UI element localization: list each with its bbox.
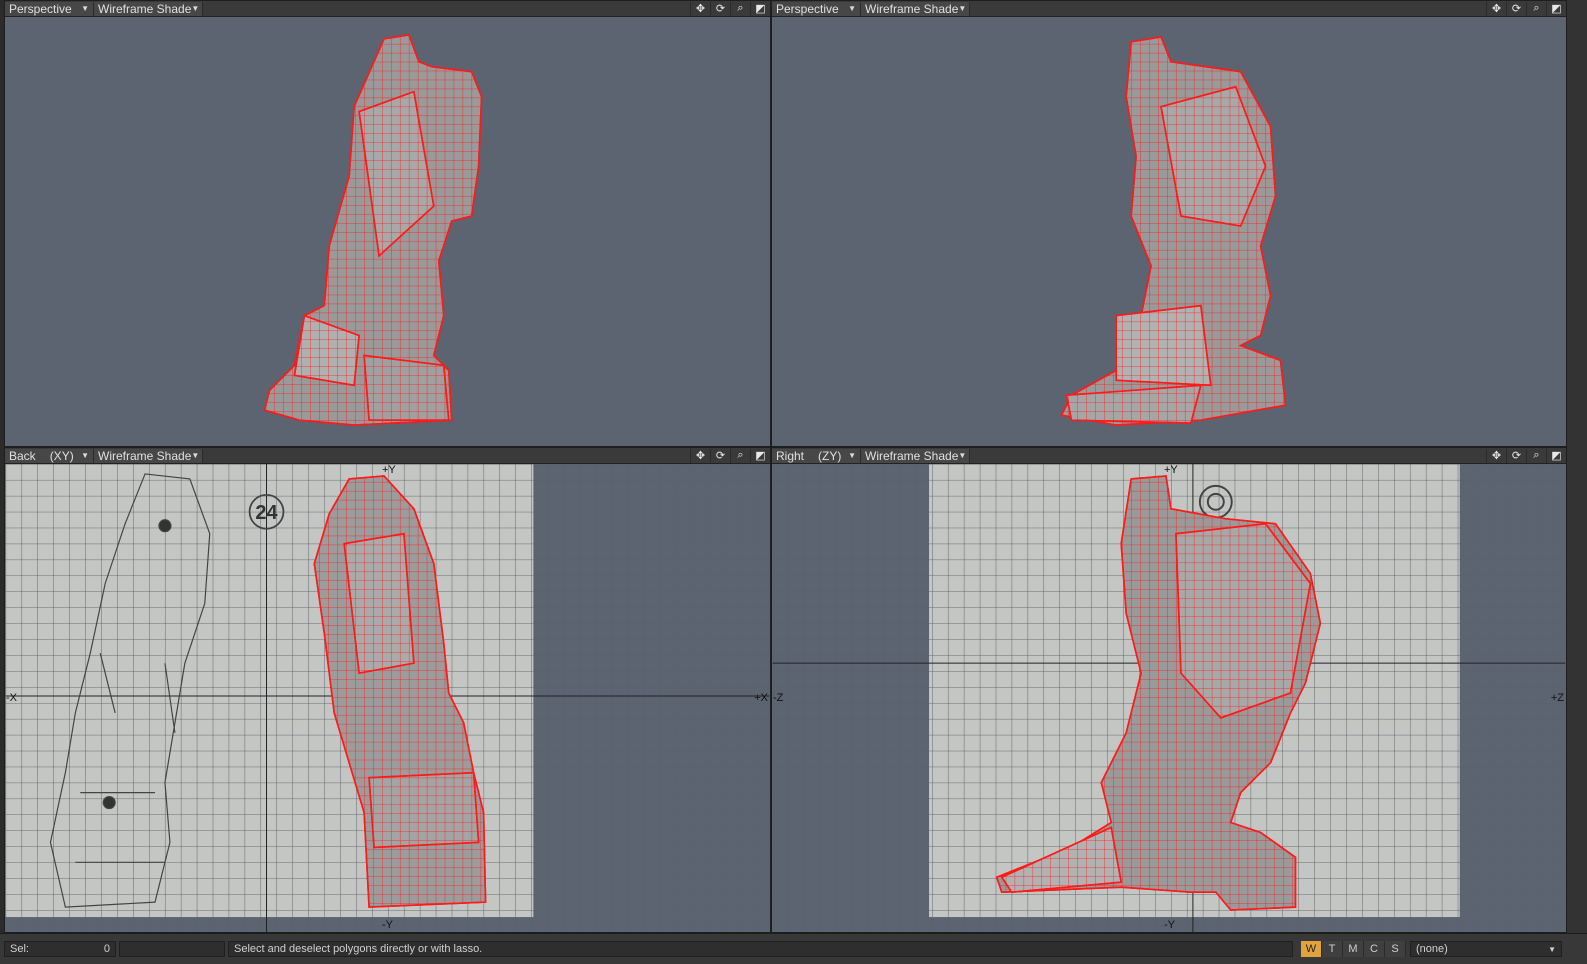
move-icon[interactable]: ✥ — [690, 1, 710, 16]
mode-w-button[interactable]: W — [1301, 941, 1322, 957]
back-view-canvas: 24 — [5, 464, 770, 932]
axis-label-bottom: -Y — [382, 919, 393, 931]
shading-mode-label: Wireframe Shade — [98, 1, 192, 16]
view-type-dropdown[interactable]: Perspective ▼ — [5, 1, 94, 16]
layer-select-dropdown[interactable]: (none) ▼ — [1410, 941, 1562, 957]
axis-label-right: +Z — [1550, 692, 1564, 704]
maximize-icon[interactable]: ◩ — [750, 448, 770, 463]
chevron-down-icon: ▼ — [1548, 944, 1556, 954]
viewport-canvas[interactable] — [772, 17, 1566, 446]
shading-mode-dropdown[interactable]: Wireframe Shade ▼ — [94, 448, 203, 463]
zoom-icon[interactable]: ⌕ — [1526, 1, 1546, 16]
viewport-top-right[interactable]: Perspective ▼ Wireframe Shade ▼ ✥ ⟳ ⌕ ◩ — [771, 0, 1567, 447]
selection-value: 0 — [103, 943, 110, 955]
rotate-icon[interactable]: ⟳ — [1506, 448, 1526, 463]
selection-count: Sel: 0 — [4, 941, 116, 957]
axis-label-bottom: -Y — [1164, 919, 1175, 931]
viewport-header: Back (XY) ▼ Wireframe Shade ▼ ✥ ⟳ ⌕ ◩ — [5, 448, 770, 464]
viewport-canvas[interactable] — [5, 17, 770, 446]
view-type-label: Perspective — [9, 1, 72, 16]
move-icon[interactable]: ✥ — [690, 448, 710, 463]
mode-m-button[interactable]: M — [1343, 941, 1364, 957]
shading-mode-label: Wireframe Shade — [98, 448, 192, 463]
viewport-canvas[interactable]: +Y -Y -Z +Z — [772, 464, 1566, 932]
axis-label-top: +Y — [1164, 464, 1178, 476]
shading-mode-label: Wireframe Shade — [865, 448, 959, 463]
view-type-dropdown[interactable]: Perspective ▼ — [772, 1, 861, 16]
shading-mode-dropdown[interactable]: Wireframe Shade ▼ — [94, 1, 203, 16]
chevron-down-icon: ▼ — [191, 4, 200, 13]
viewport-header: Perspective ▼ Wireframe Shade ▼ ✥ ⟳ ⌕ ◩ — [772, 1, 1566, 17]
axis-label-left: -Z — [773, 692, 784, 704]
viewport-bottom-right[interactable]: Right (ZY) ▼ Wireframe Shade ▼ ✥ ⟳ ⌕ ◩ +… — [771, 447, 1567, 933]
chevron-down-icon: ▼ — [81, 4, 89, 13]
view-type-label: Right — [776, 448, 805, 463]
right-edge-strip — [1567, 0, 1587, 933]
move-icon[interactable]: ✥ — [1486, 448, 1506, 463]
view-type-label: Perspective — [776, 1, 839, 16]
view-plane-label: (ZY) — [818, 448, 842, 463]
chevron-down-icon: ▼ — [81, 451, 89, 460]
rotate-icon[interactable]: ⟳ — [1506, 1, 1526, 16]
mode-c-button[interactable]: C — [1364, 941, 1385, 957]
mode-t-button[interactable]: T — [1322, 941, 1343, 957]
viewport-top-left[interactable]: Perspective ▼ Wireframe Shade ▼ ✥ ⟳ ⌕ ◩ — [4, 0, 771, 447]
view-type-dropdown[interactable]: Back (XY) ▼ — [5, 448, 94, 463]
viewport-header: Perspective ▼ Wireframe Shade ▼ ✥ ⟳ ⌕ ◩ — [5, 1, 770, 17]
maximize-icon[interactable]: ◩ — [750, 1, 770, 16]
layer-select-label: (none) — [1416, 943, 1448, 955]
viewport-bottom-left[interactable]: Back (XY) ▼ Wireframe Shade ▼ ✥ ⟳ ⌕ ◩ 24… — [4, 447, 771, 933]
chevron-down-icon: ▼ — [958, 4, 967, 13]
view-plane-label: (XY) — [49, 448, 74, 463]
view-type-dropdown[interactable]: Right (ZY) ▼ — [772, 448, 861, 463]
shading-mode-label: Wireframe Shade — [865, 1, 959, 16]
chevron-down-icon: ▼ — [958, 451, 967, 460]
zoom-icon[interactable]: ⌕ — [1526, 448, 1546, 463]
status-message-text: Select and deselect polygons directly or… — [234, 943, 483, 955]
blueprint-marker: 24 — [255, 502, 277, 524]
shading-mode-dropdown[interactable]: Wireframe Shade ▼ — [861, 1, 970, 16]
axis-label-left: -X — [6, 692, 17, 704]
status-message: Select and deselect polygons directly or… — [228, 941, 1293, 957]
move-icon[interactable]: ✥ — [1486, 1, 1506, 16]
leg-model-perspective-side — [1060, 36, 1287, 426]
maximize-icon[interactable]: ◩ — [1546, 448, 1566, 463]
maximize-icon[interactable]: ◩ — [1546, 1, 1566, 16]
mode-s-button[interactable]: S — [1385, 941, 1406, 957]
axis-label-right: +X — [754, 692, 768, 704]
right-view-canvas — [772, 464, 1566, 932]
chevron-down-icon: ▼ — [848, 4, 856, 13]
chevron-down-icon: ▼ — [191, 451, 200, 460]
view-type-label: Back — [9, 448, 36, 463]
rotate-icon[interactable]: ⟳ — [710, 448, 730, 463]
zoom-icon[interactable]: ⌕ — [730, 1, 750, 16]
rotate-icon[interactable]: ⟳ — [710, 1, 730, 16]
axis-label-top: +Y — [382, 464, 396, 476]
chevron-down-icon: ▼ — [848, 451, 856, 460]
selection-label: Sel: — [10, 943, 29, 955]
mode-toggles: W T M C S — [1301, 941, 1406, 957]
leg-model-perspective-front — [263, 34, 483, 426]
status-spacer — [119, 941, 225, 957]
status-bar: Sel: 0 Select and deselect polygons dire… — [0, 933, 1587, 964]
viewport-canvas[interactable]: 24 +Y -Y -X +X — [5, 464, 770, 932]
zoom-icon[interactable]: ⌕ — [730, 448, 750, 463]
shading-mode-dropdown[interactable]: Wireframe Shade ▼ — [861, 448, 970, 463]
viewport-header: Right (ZY) ▼ Wireframe Shade ▼ ✥ ⟳ ⌕ ◩ — [772, 448, 1566, 464]
